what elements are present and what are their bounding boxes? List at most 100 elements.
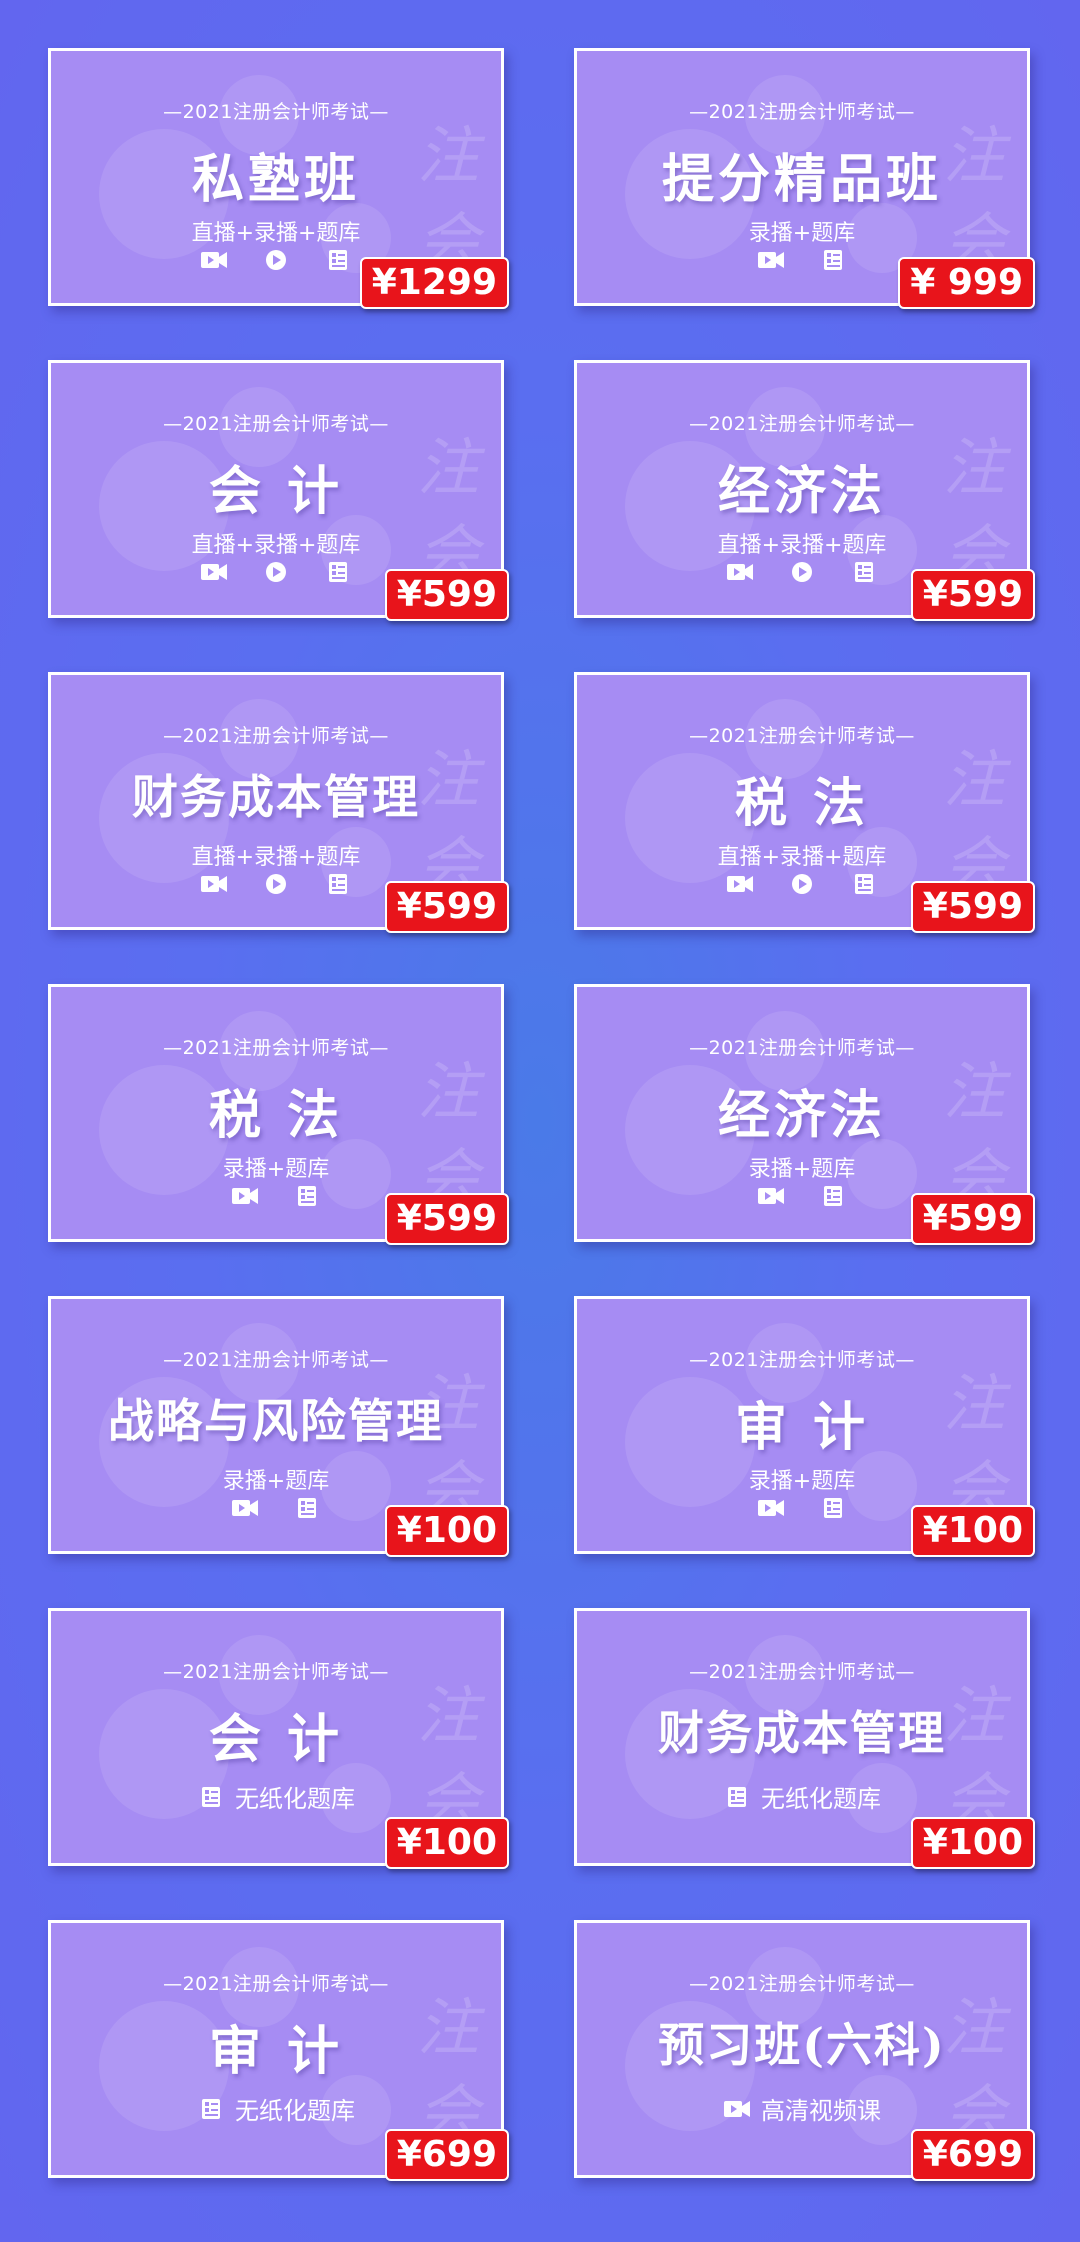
course-title: 私塾班	[191, 149, 360, 210]
course-card-accounting-live[interactable]: 注会 —2021注册会计师考试— 会 计 直播+录播+题库 ¥599	[48, 360, 509, 621]
course-title: 经济法	[717, 461, 886, 522]
course-card-financial-cost-live[interactable]: 注会 —2021注册会计师考试— 财务成本管理 直播+录播+题库 ¥599	[48, 672, 509, 933]
question-bank-icon	[202, 2098, 220, 2119]
exam-label: —2021注册会计师考试—	[163, 1349, 389, 1371]
video-camera-icon	[758, 1188, 784, 1204]
course-title: 会 计	[208, 1709, 344, 1770]
exam-label: —2021注册会计师考试—	[163, 1973, 389, 1995]
course-features: 直播+录播+题库	[191, 221, 361, 246]
exam-label: —2021注册会计师考试—	[163, 1661, 389, 1683]
price-badge: ¥599	[910, 881, 1035, 933]
course-title: 提分精品班	[661, 149, 942, 210]
video-camera-icon	[201, 252, 227, 268]
question-bank-icon	[728, 1786, 746, 1807]
course-card-economic-law-recorded[interactable]: 注会 —2021注册会计师考试— 经济法 录播+题库 ¥599	[574, 984, 1035, 1245]
price-badge: ¥100	[910, 1817, 1035, 1869]
course-features: 直播+录播+题库	[717, 845, 887, 870]
course-title: 税 法	[734, 773, 870, 834]
course-features-label: 无纸化题库	[235, 1785, 355, 1813]
course-title: 战略与风险管理	[108, 1394, 444, 1448]
course-features: 录播+题库	[222, 1469, 330, 1494]
course-features: 录播+题库	[748, 221, 856, 246]
price-badge: ¥ 999	[898, 257, 1035, 309]
course-title: 财务成本管理	[132, 770, 420, 824]
exam-label: —2021注册会计师考试—	[163, 725, 389, 747]
course-card-tax-law-live[interactable]: 注会 —2021注册会计师考试— 税 法 直播+录播+题库 ¥599	[574, 672, 1035, 933]
price-badge: ¥100	[910, 1505, 1035, 1557]
exam-label: —2021注册会计师考试—	[689, 1037, 915, 1059]
exam-label: —2021注册会计师考试—	[689, 725, 915, 747]
course-features: 直播+录播+题库	[191, 533, 361, 558]
course-card-strategy-risk[interactable]: 注会 —2021注册会计师考试— 战略与风险管理 录播+题库 ¥100	[48, 1296, 509, 1557]
price-badge: ¥699	[384, 2129, 509, 2181]
course-features: 无纸化题库	[577, 1779, 1027, 1814]
course-card-financial-cost-quiz[interactable]: 注会 —2021注册会计师考试— 财务成本管理 无纸化题库 ¥100	[574, 1608, 1035, 1869]
price-badge: ¥599	[910, 1193, 1035, 1245]
course-card-audit-quiz[interactable]: 注会 —2021注册会计师考试— 审 计 无纸化题库 ¥699	[48, 1920, 509, 2181]
play-circle-icon	[792, 562, 812, 582]
course-features: 录播+题库	[222, 1157, 330, 1182]
video-camera-icon	[727, 876, 753, 892]
course-features: 高清视频课	[577, 2091, 1027, 2126]
course-title: 审 计	[208, 2021, 344, 2082]
course-title: 税 法	[208, 1085, 344, 1146]
course-card-preview-six-subjects[interactable]: 注会 —2021注册会计师考试— 预习班(六科) 高清视频课 ¥699	[574, 1920, 1035, 2181]
exam-label: —2021注册会计师考试—	[689, 1349, 915, 1371]
exam-label: —2021注册会计师考试—	[163, 101, 389, 123]
play-circle-icon	[792, 874, 812, 894]
price-badge: ¥1299	[359, 257, 509, 309]
course-features-label: 无纸化题库	[761, 1785, 881, 1813]
question-bank-icon	[824, 250, 842, 270]
video-camera-icon	[727, 564, 753, 580]
question-bank-icon	[329, 562, 347, 582]
course-card-accounting-quiz[interactable]: 注会 —2021注册会计师考试— 会 计 无纸化题库 ¥100	[48, 1608, 509, 1869]
price-badge: ¥599	[910, 569, 1035, 621]
exam-label: —2021注册会计师考试—	[163, 1037, 389, 1059]
course-features: 录播+题库	[748, 1157, 856, 1182]
course-features: 录播+题库	[748, 1469, 856, 1494]
question-bank-icon	[855, 874, 873, 894]
play-circle-icon	[266, 562, 286, 582]
question-bank-icon	[329, 250, 347, 270]
course-features: 直播+录播+题库	[191, 845, 361, 870]
course-title: 预习班(六科)	[658, 2018, 946, 2072]
exam-label: —2021注册会计师考试—	[689, 413, 915, 435]
video-camera-icon	[724, 2100, 750, 2117]
course-card-boost-class[interactable]: 注会 —2021注册会计师考试— 提分精品班 录播+题库 ¥ 999	[574, 48, 1035, 309]
exam-label: —2021注册会计师考试—	[689, 1661, 915, 1683]
exam-label: —2021注册会计师考试—	[163, 413, 389, 435]
video-camera-icon	[201, 876, 227, 892]
play-circle-icon	[266, 874, 286, 894]
course-title: 财务成本管理	[658, 1706, 946, 1760]
price-badge: ¥599	[384, 881, 509, 933]
price-badge: ¥599	[384, 569, 509, 621]
question-bank-icon	[329, 874, 347, 894]
video-camera-icon	[201, 564, 227, 580]
price-badge: ¥100	[384, 1817, 509, 1869]
video-camera-icon	[758, 1500, 784, 1516]
exam-label: —2021注册会计师考试—	[689, 1973, 915, 1995]
course-title: 经济法	[717, 1085, 886, 1146]
course-features-label: 无纸化题库	[235, 2097, 355, 2125]
course-title: 审 计	[734, 1397, 870, 1458]
course-card-economic-law-live[interactable]: 注会 —2021注册会计师考试— 经济法 直播+录播+题库 ¥599	[574, 360, 1035, 621]
course-features: 无纸化题库	[51, 2091, 501, 2126]
question-bank-icon	[298, 1498, 316, 1518]
course-card-audit-recorded[interactable]: 注会 —2021注册会计师考试— 审 计 录播+题库 ¥100	[574, 1296, 1035, 1557]
course-card-tax-law-recorded[interactable]: 注会 —2021注册会计师考试— 税 法 录播+题库 ¥599	[48, 984, 509, 1245]
question-bank-icon	[202, 1786, 220, 1807]
question-bank-icon	[824, 1498, 842, 1518]
course-features: 直播+录播+题库	[717, 533, 887, 558]
course-title: 会 计	[208, 461, 344, 522]
play-circle-icon	[266, 250, 286, 270]
course-card-private-class[interactable]: 注会 —2021注册会计师考试— 私塾班 直播+录播+题库 ¥1299	[48, 48, 509, 309]
price-badge: ¥100	[384, 1505, 509, 1557]
video-camera-icon	[758, 252, 784, 268]
course-features-label: 高清视频课	[761, 2097, 881, 2125]
video-camera-icon	[232, 1188, 258, 1204]
price-badge: ¥599	[384, 1193, 509, 1245]
question-bank-icon	[855, 562, 873, 582]
exam-label: —2021注册会计师考试—	[689, 101, 915, 123]
course-features: 无纸化题库	[51, 1779, 501, 1814]
question-bank-icon	[824, 1186, 842, 1206]
